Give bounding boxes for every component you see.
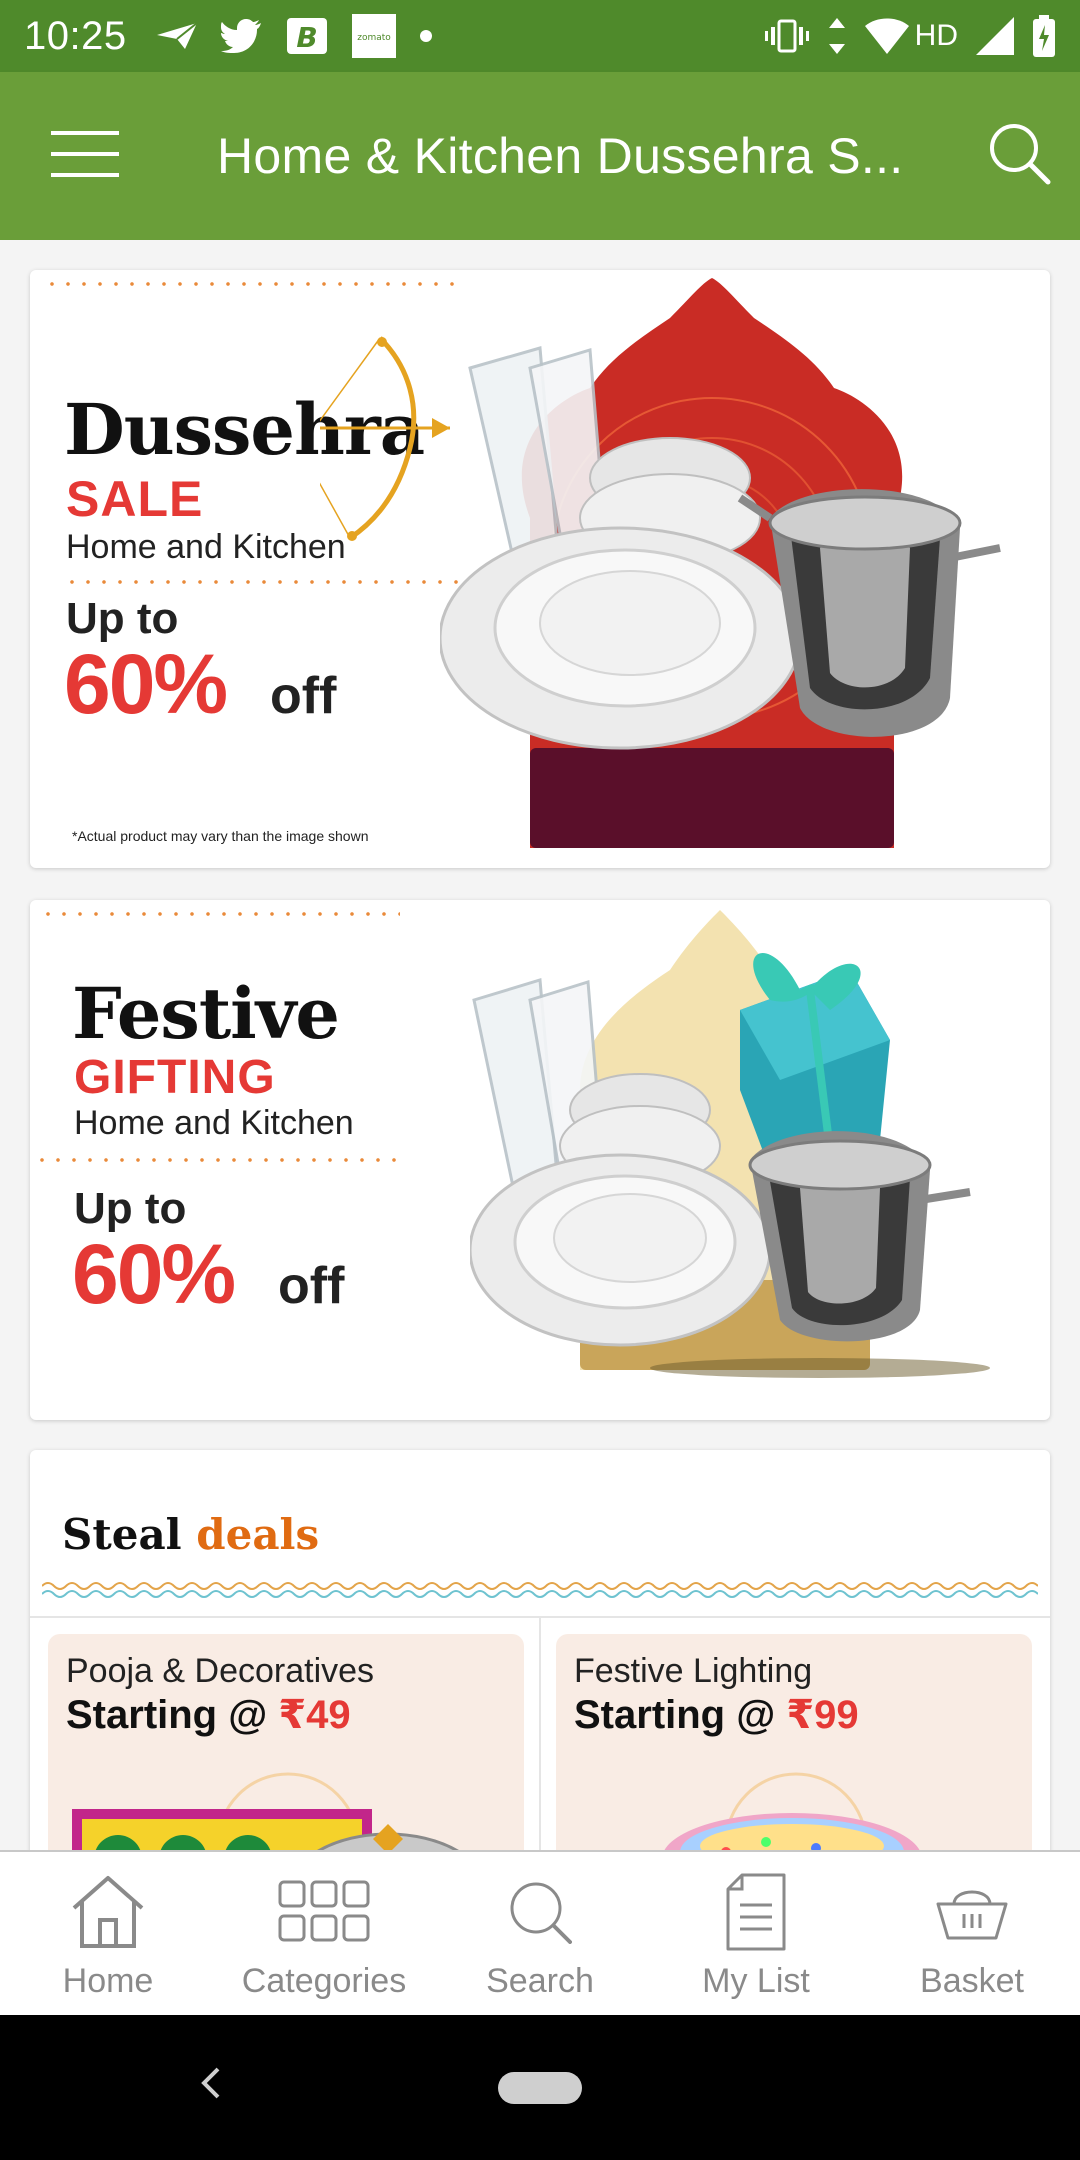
menu-button[interactable] [0,72,170,240]
wifi-icon [864,18,909,54]
gift-kitchenware-illustration [470,910,990,1378]
dotted-divider [40,912,400,916]
battery-icon [1032,15,1056,57]
deal-price-prefix: Starting @ [574,1693,787,1737]
banner-subtitle: GIFTING [74,1051,276,1104]
status-bar: 10:25 B zomato HD [0,0,1080,72]
zomato-icon: zomato [351,13,397,59]
banner-discount: 60% [64,637,228,731]
dussehra-sale-banner[interactable]: Dussehra SALE Home and Kitchen Up to 60%… [30,270,1050,868]
nav-label: Home [62,1962,154,2000]
decorative-wave-border [42,1582,1038,1598]
deal-price: Starting @ ₹99 [574,1692,859,1738]
send-icon [155,21,199,51]
home-pill-button[interactable] [498,2072,582,2104]
vibrate-icon [764,19,809,53]
categories-grid-icon [274,1872,374,1952]
nav-search[interactable]: Search [432,1852,648,2015]
banner-discount: 60% [72,1227,236,1321]
pooja-items-image [72,1772,459,1850]
notification-dot-icon [419,29,433,43]
divider [539,1616,541,1850]
deal-price-amount: ₹99 [786,1693,859,1737]
chevron-left-icon [198,2065,222,2106]
string-lights-image [664,1772,920,1850]
bottom-navigation: Home Categories Search My List Basket [0,1850,1080,2015]
hamburger-menu-icon [51,129,119,184]
nav-label: My List [702,1962,810,2000]
basket-icon [922,1872,1022,1952]
section-title-main: Steal [62,1510,182,1559]
nav-label: Basket [920,1962,1024,2000]
festive-gifting-banner[interactable]: Festive GIFTING Home and Kitchen Up to 6… [30,900,1050,1420]
app-bar: Home & Kitchen Dussehra S... [0,72,1080,240]
page-title: Home & Kitchen Dussehra S... [217,128,904,184]
deal-name: Festive Lighting [574,1652,813,1690]
nav-home[interactable]: Home [0,1852,216,2015]
twitter-icon [220,19,263,53]
deal-price-amount: ₹49 [278,1693,351,1737]
data-arrows-icon [827,18,847,54]
b-app-label: B [296,21,317,54]
home-icon [58,1872,158,1952]
banner-off: off [278,1257,345,1315]
banner-disclaimer: *Actual product may vary than the image … [72,828,369,844]
app-screen: { "status_bar": { "time": "10:25", "netw… [0,0,1080,2160]
banner-off: off [270,667,337,725]
deal-tile-lighting[interactable]: Festive Lighting Starting @ ₹99 [556,1634,1032,1850]
deal-price-prefix: Starting @ [66,1693,279,1737]
system-navigation-bar [0,2015,1080,2160]
deal-tile-pooja[interactable]: Pooja & Decoratives Starting @ ₹49 [48,1634,524,1850]
cell-signal-icon [976,17,1014,55]
dotted-divider [44,282,464,286]
nav-label: Categories [241,1962,407,2000]
b-app-icon: B [285,16,329,56]
nav-basket[interactable]: Basket [864,1852,1080,2015]
dotted-divider [34,1158,400,1162]
search-icon [988,122,1052,191]
section-title: Steal deals [62,1510,319,1559]
banner-subtitle: SALE [66,471,204,527]
search-icon [490,1872,590,1952]
kitchenware-illustration [440,278,1001,848]
deal-name: Pooja & Decoratives [66,1652,375,1690]
bow-arrow-illustration [320,336,450,541]
banner-title: Festive [72,972,340,1055]
content-scroll-area[interactable]: Dussehra SALE Home and Kitchen Up to 60%… [0,240,1080,1850]
banner-category: Home and Kitchen [66,528,346,566]
network-type-label: HD [914,19,958,52]
deal-price: Starting @ ₹49 [66,1692,351,1738]
back-button[interactable] [190,2055,230,2115]
list-document-icon [706,1872,806,1952]
zomato-label: zomato [357,33,391,43]
section-title-highlight: deals [196,1510,320,1559]
nav-my-list[interactable]: My List [648,1852,864,2015]
nav-label: Search [486,1962,594,2000]
dotted-divider [64,580,464,584]
nav-categories[interactable]: Categories [216,1852,432,2015]
status-time: 10:25 [24,13,127,58]
banner-category: Home and Kitchen [74,1104,354,1142]
steal-deals-section: Steal deals Pooja & Decoratives Starting… [30,1450,1050,1850]
search-button[interactable] [960,72,1080,240]
